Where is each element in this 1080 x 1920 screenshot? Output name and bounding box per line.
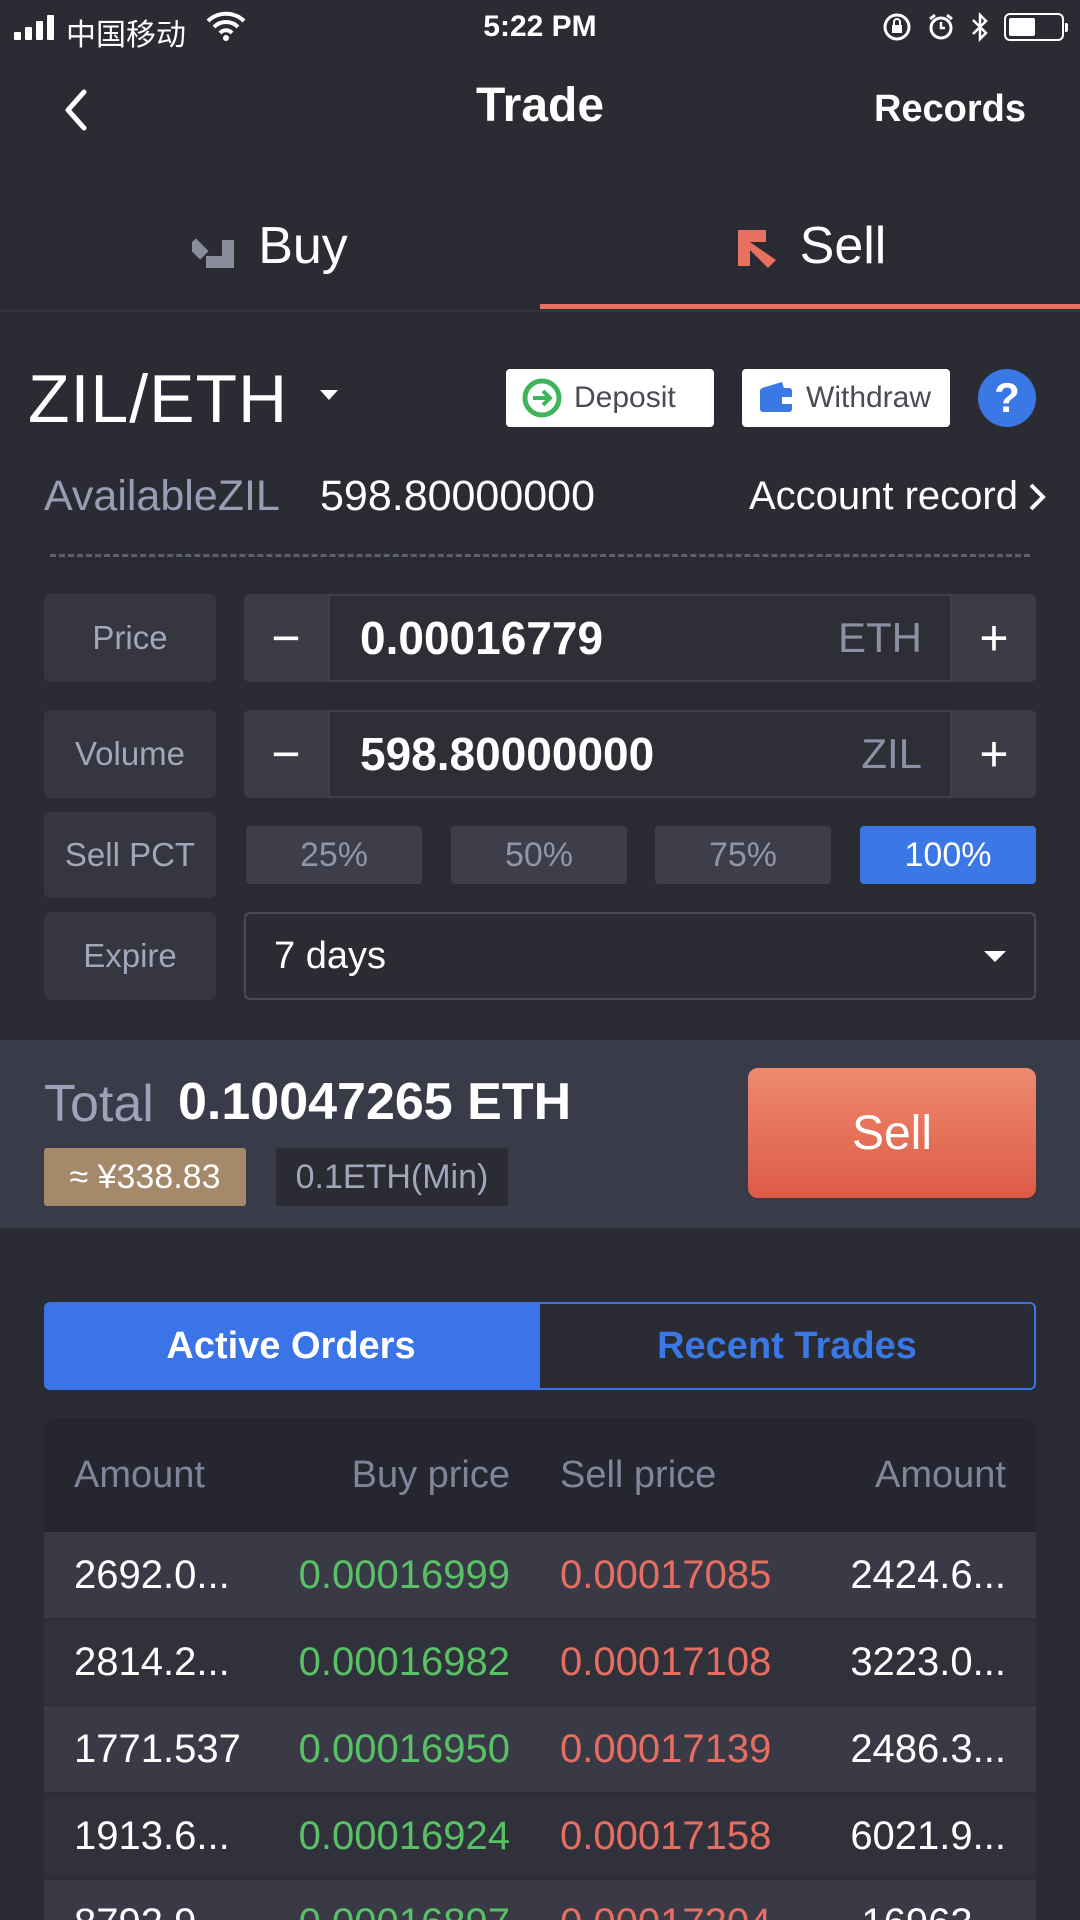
pair-dropdown-icon[interactable] [320,390,338,400]
tabs-divider [0,310,1080,312]
volume-label: Volume [44,710,216,798]
pct-option-25[interactable]: 25% [246,826,422,884]
expire-select[interactable]: 7 days [244,912,1036,1000]
table-row[interactable]: 2692.0... 0.00016999 0.00017085 2424.6..… [44,1532,1036,1619]
buy-price: 0.00016999 [298,1552,510,1597]
volume-decrement-button[interactable]: − [244,710,328,798]
header-buy-price: Buy price [351,1453,510,1496]
minimum-badge: 0.1ETH(Min) [276,1148,508,1206]
table-header: Amount Buy price Sell price Amount [44,1418,1036,1532]
total-label: Total [44,1075,154,1133]
table-row[interactable]: 8792.9... 0.00016897 0.00017204 16963... [44,1880,1036,1920]
records-link[interactable]: Records [874,88,1026,131]
price-stepper: − 0.00016779 ETH + [244,594,1036,682]
sell-arrow-icon [737,230,776,268]
deposit-label: Deposit [574,381,676,414]
expire-value: 7 days [274,934,386,977]
pct-option-100[interactable]: 100% [860,826,1036,884]
price-input[interactable]: 0.00016779 ETH [328,594,952,682]
volume-value: 598.80000000 [360,728,655,780]
buy-amount: 2692.0... [74,1552,230,1597]
sell-amount: 16963... [788,1901,1036,1920]
chevron-right-icon [1029,483,1046,510]
table-row[interactable]: 2814.2... 0.00016982 0.00017108 3223.0..… [44,1619,1036,1706]
price-label: Price [44,594,216,682]
header-amount-sell: Amount [875,1453,1006,1496]
volume-increment-button[interactable]: + [952,710,1036,798]
buy-amount: 2814.2... [74,1639,230,1684]
price-unit: ETH [838,614,922,661]
active-tab-underline [540,304,1080,309]
wallet-icon [760,382,792,412]
sell-price: 0.00017158 [560,1813,772,1858]
expire-label: Expire [44,912,216,1000]
sell-price: 0.00017204 [540,1901,788,1920]
tab-buy-label: Buy [258,217,348,275]
bluetooth-icon [972,12,988,42]
sell-amount: 2486.3... [850,1726,1006,1771]
buy-price: 0.00016982 [298,1639,510,1684]
tab-sell-label: Sell [799,217,887,275]
buy-price: 0.00016950 [298,1726,510,1771]
tab-recent-trades[interactable]: Recent Trades [538,1302,1036,1390]
tab-buy[interactable]: Buy [0,200,540,310]
volume-stepper: − 598.80000000 ZIL + [244,710,1036,798]
chevron-down-icon [984,950,1006,962]
price-increment-button[interactable]: + [952,594,1036,682]
sell-price: 0.00017085 [560,1552,772,1597]
sell-price: 0.00017108 [560,1639,772,1684]
status-bar: 中国移动 5:22 PM [0,0,1080,56]
tab-active-orders[interactable]: Active Orders [44,1302,538,1390]
account-record-label: Account record [748,474,1018,518]
sell-amount: 3223.0... [850,1639,1006,1684]
withdraw-button[interactable]: Withdraw [742,369,950,427]
price-decrement-button[interactable]: − [244,594,328,682]
sell-amount: 2424.6... [850,1552,1006,1597]
sell-pct-label: Sell PCT [44,812,216,898]
sell-price: 0.00017139 [560,1726,772,1771]
withdraw-label: Withdraw [806,381,932,414]
tab-sell[interactable]: Sell [540,200,1080,310]
dashed-divider [50,554,1030,557]
cny-estimate-badge: ≈ ¥338.83 [44,1148,246,1206]
volume-unit: ZIL [861,730,922,777]
price-value: 0.00016779 [360,612,604,664]
sell-button[interactable]: Sell [748,1068,1036,1198]
buy-arrow-icon [192,230,235,268]
order-book-table: Amount Buy price Sell price Amount 2692.… [44,1418,1036,1920]
deposit-icon [522,378,562,418]
help-icon[interactable]: ? [978,369,1036,427]
buy-amount: 1913.6... [74,1813,230,1858]
table-row[interactable]: 1771.537 0.00016950 0.00017139 2486.3... [44,1706,1036,1793]
available-value: 598.80000000 [320,472,596,520]
buy-price: 0.00016924 [298,1813,510,1858]
header-sell-price: Sell price [560,1453,717,1496]
account-record-link[interactable]: Account record [749,474,1046,519]
battery-icon [1004,13,1068,41]
available-label: AvailableZIL [44,472,280,520]
deposit-button[interactable]: Deposit [506,369,714,427]
sell-amount: 6021.9... [850,1813,1006,1858]
table-row[interactable]: 1913.6... 0.00016924 0.00017158 6021.9..… [44,1793,1036,1880]
pct-option-50[interactable]: 50% [451,826,627,884]
alarm-icon [929,13,953,40]
buy-amount: 8792.9... [44,1901,292,1920]
rotation-lock-icon [883,13,911,41]
header-amount-buy: Amount [74,1453,205,1496]
buy-price: 0.00016897 [292,1901,540,1920]
buy-amount: 1771.537 [74,1726,241,1771]
trading-pair-selector[interactable]: ZIL/ETH [28,360,288,438]
volume-input[interactable]: 598.80000000 ZIL [328,710,952,798]
pct-option-75[interactable]: 75% [655,826,831,884]
total-value: 0.10047265 ETH [178,1073,572,1131]
